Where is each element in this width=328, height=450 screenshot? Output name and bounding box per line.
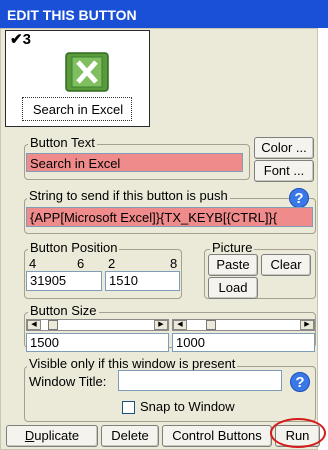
height-slider[interactable]	[172, 319, 315, 331]
duplicate-accel: D	[24, 428, 35, 443]
check-label: ✔3	[10, 31, 31, 48]
color-button[interactable]: Color ...	[254, 137, 314, 159]
height-slider-left-arrow[interactable]: ◀	[173, 320, 187, 330]
delete-button[interactable]: Delete	[101, 425, 159, 447]
height-field[interactable]: 1000	[172, 333, 315, 352]
visible-legend: Visible only if this window is present	[27, 356, 238, 371]
help-icon[interactable]: ?	[289, 188, 309, 208]
height-slider-thumb[interactable]	[206, 320, 216, 330]
button-text-legend: Button Text	[28, 135, 97, 150]
position-y-field[interactable]: 1510	[105, 271, 180, 291]
preview-caption: Search in Excel	[32, 102, 124, 117]
width-slider-right-arrow[interactable]: ▶	[154, 320, 168, 330]
duplicate-label: uplicate	[34, 428, 80, 443]
tick-8: 8	[170, 256, 178, 271]
window-title: EDIT THIS BUTTON	[0, 0, 328, 28]
excel-icon	[64, 51, 110, 93]
help-icon[interactable]: ?	[290, 372, 310, 392]
width-slider-left-arrow[interactable]: ◀	[27, 320, 41, 330]
window-title-label: Window Title:	[29, 374, 107, 389]
button-text-field[interactable]: Search in Excel	[26, 153, 243, 172]
width-field[interactable]: 1500	[26, 333, 169, 352]
load-button[interactable]: Load	[208, 277, 258, 299]
tick-4: 4	[29, 256, 37, 271]
duplicate-button[interactable]: Duplicate	[6, 425, 98, 447]
control-buttons-button[interactable]: Control Buttons	[162, 425, 272, 447]
snap-label: Snap to Window	[140, 399, 235, 414]
paste-button[interactable]: Paste	[208, 254, 258, 276]
snap-checkbox[interactable]	[122, 401, 135, 414]
tick-6: 6	[77, 256, 85, 271]
width-slider-thumb[interactable]	[48, 320, 58, 330]
send-string-field[interactable]: {APP[Microsoft Excel]}{TX_KEYB[{CTRL]}{	[26, 207, 313, 227]
picture-legend: Picture	[210, 240, 255, 255]
button-position-legend: Button Position	[28, 240, 120, 255]
font-button[interactable]: Font ...	[254, 160, 314, 182]
height-slider-right-arrow[interactable]: ▶	[300, 320, 314, 330]
position-x-field[interactable]: 31905	[26, 271, 102, 291]
run-highlight-circle	[270, 418, 326, 448]
window-title-field[interactable]	[118, 370, 282, 391]
clear-button[interactable]: Clear	[261, 254, 311, 276]
send-string-legend: String to send if this button is push	[27, 188, 230, 203]
tick-2: 2	[108, 256, 116, 271]
button-size-legend: Button Size	[28, 303, 99, 318]
